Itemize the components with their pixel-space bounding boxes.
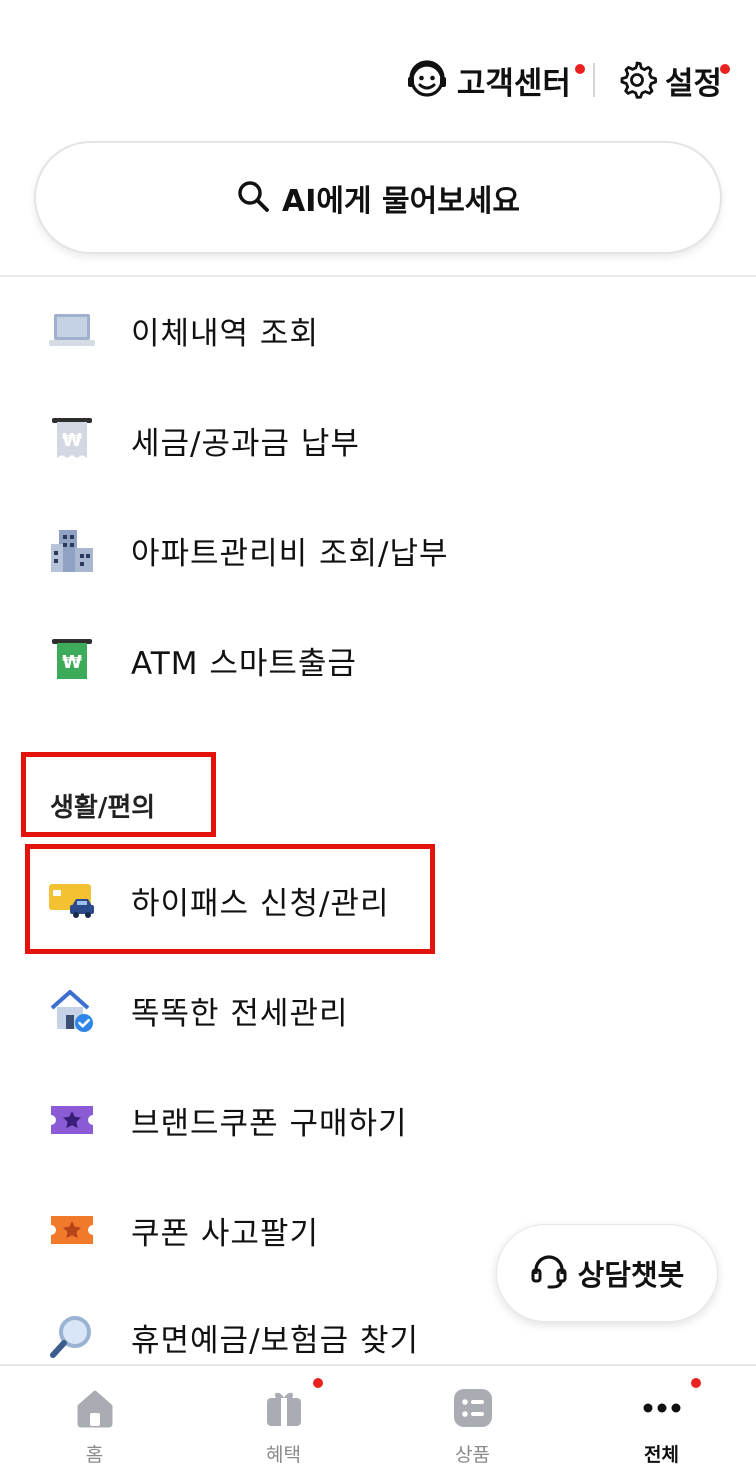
header-divider [592, 63, 595, 97]
notification-dot [574, 63, 585, 74]
menu-item-label: 세금/공과금 납부 [131, 425, 360, 462]
menu-item-label: 휴면예금/보험금 찾기 [131, 1322, 419, 1359]
home-icon [73, 1386, 117, 1430]
atm-won-bill-icon: ₩ [48, 636, 96, 684]
gear-icon [617, 60, 657, 100]
search-placeholder: AI에게 물어보세요 [281, 183, 521, 219]
customer-center-button[interactable]: 고객센터 [405, 58, 585, 103]
menu-item-transfer-history[interactable]: 이체내역 조회 [0, 290, 756, 370]
nav-products[interactable]: 상품 [378, 1366, 567, 1478]
menu-item-hipass[interactable]: 하이패스 신청/관리 [0, 860, 756, 940]
menu-item-label: 이체내역 조회 [131, 315, 319, 352]
customer-center-label: 고객센터 [456, 65, 571, 102]
orange-star-coupon-icon [48, 1206, 96, 1254]
menu-item-label: ATM 스마트출금 [131, 645, 357, 682]
nav-label: 상품 [455, 1444, 490, 1466]
app-screen: 고객센터 설정 AI에게 물어보세요 이체내역 조회 ₩ 세금/공과금 납부 아… [0, 0, 756, 1478]
chatbot-button[interactable]: 상담챗봇 [496, 1224, 718, 1322]
house-check-icon [48, 986, 96, 1034]
headset-icon [530, 1252, 568, 1294]
menu-item-atm-withdrawal[interactable]: ₩ ATM 스마트출금 [0, 620, 756, 700]
menu-item-tax-payment[interactable]: ₩ 세금/공과금 납부 [0, 400, 756, 480]
section-title-life: 생활/편의 [50, 793, 156, 823]
menu-item-label: 브랜드쿠폰 구매하기 [131, 1105, 408, 1142]
menu-item-label: 쿠폰 사고팔기 [131, 1215, 319, 1252]
nav-label: 홈 [85, 1444, 104, 1466]
header-links: 고객센터 설정 [405, 52, 730, 108]
bottom-navigation: 홈 혜택 상품 전체 [0, 1364, 756, 1478]
header-divider-line [0, 275, 756, 277]
notification-dot [691, 1378, 701, 1388]
won-receipt-icon: ₩ [48, 416, 96, 464]
svg-text:₩: ₩ [62, 430, 82, 451]
svg-text:₩: ₩ [62, 652, 82, 673]
notification-dot [313, 1378, 323, 1388]
apartment-building-icon [48, 526, 96, 574]
menu-item-label: 하이패스 신청/관리 [131, 885, 390, 922]
chatbot-label: 상담챗봇 [577, 1258, 685, 1292]
settings-button[interactable]: 설정 [617, 58, 730, 103]
smiley-headset-icon [405, 58, 449, 102]
product-list-icon [451, 1386, 495, 1430]
nav-all[interactable]: 전체 [567, 1366, 756, 1478]
more-dots-icon [640, 1386, 684, 1430]
notification-dot [720, 63, 730, 74]
purple-star-coupon-icon [48, 1096, 96, 1144]
hipass-card-car-icon [48, 876, 96, 924]
settings-label: 설정 [664, 65, 722, 102]
nav-label: 전체 [644, 1444, 679, 1466]
menu-item-label: 아파트관리비 조회/납부 [131, 535, 449, 572]
menu-item-label: 똑똑한 전세관리 [131, 995, 349, 1032]
gift-icon [262, 1386, 306, 1430]
search-icon [236, 179, 270, 217]
nav-label: 혜택 [266, 1444, 301, 1466]
laptop-icon [48, 306, 96, 354]
menu-item-apartment-fee[interactable]: 아파트관리비 조회/납부 [0, 510, 756, 590]
menu-item-jeonse[interactable]: 똑똑한 전세관리 [0, 970, 756, 1050]
menu-item-brand-coupon[interactable]: 브랜드쿠폰 구매하기 [0, 1080, 756, 1160]
nav-benefits[interactable]: 혜택 [189, 1366, 378, 1478]
magnifier-icon [48, 1313, 96, 1361]
ai-search-bar[interactable]: AI에게 물어보세요 [34, 141, 722, 254]
nav-home[interactable]: 홈 [0, 1366, 189, 1478]
